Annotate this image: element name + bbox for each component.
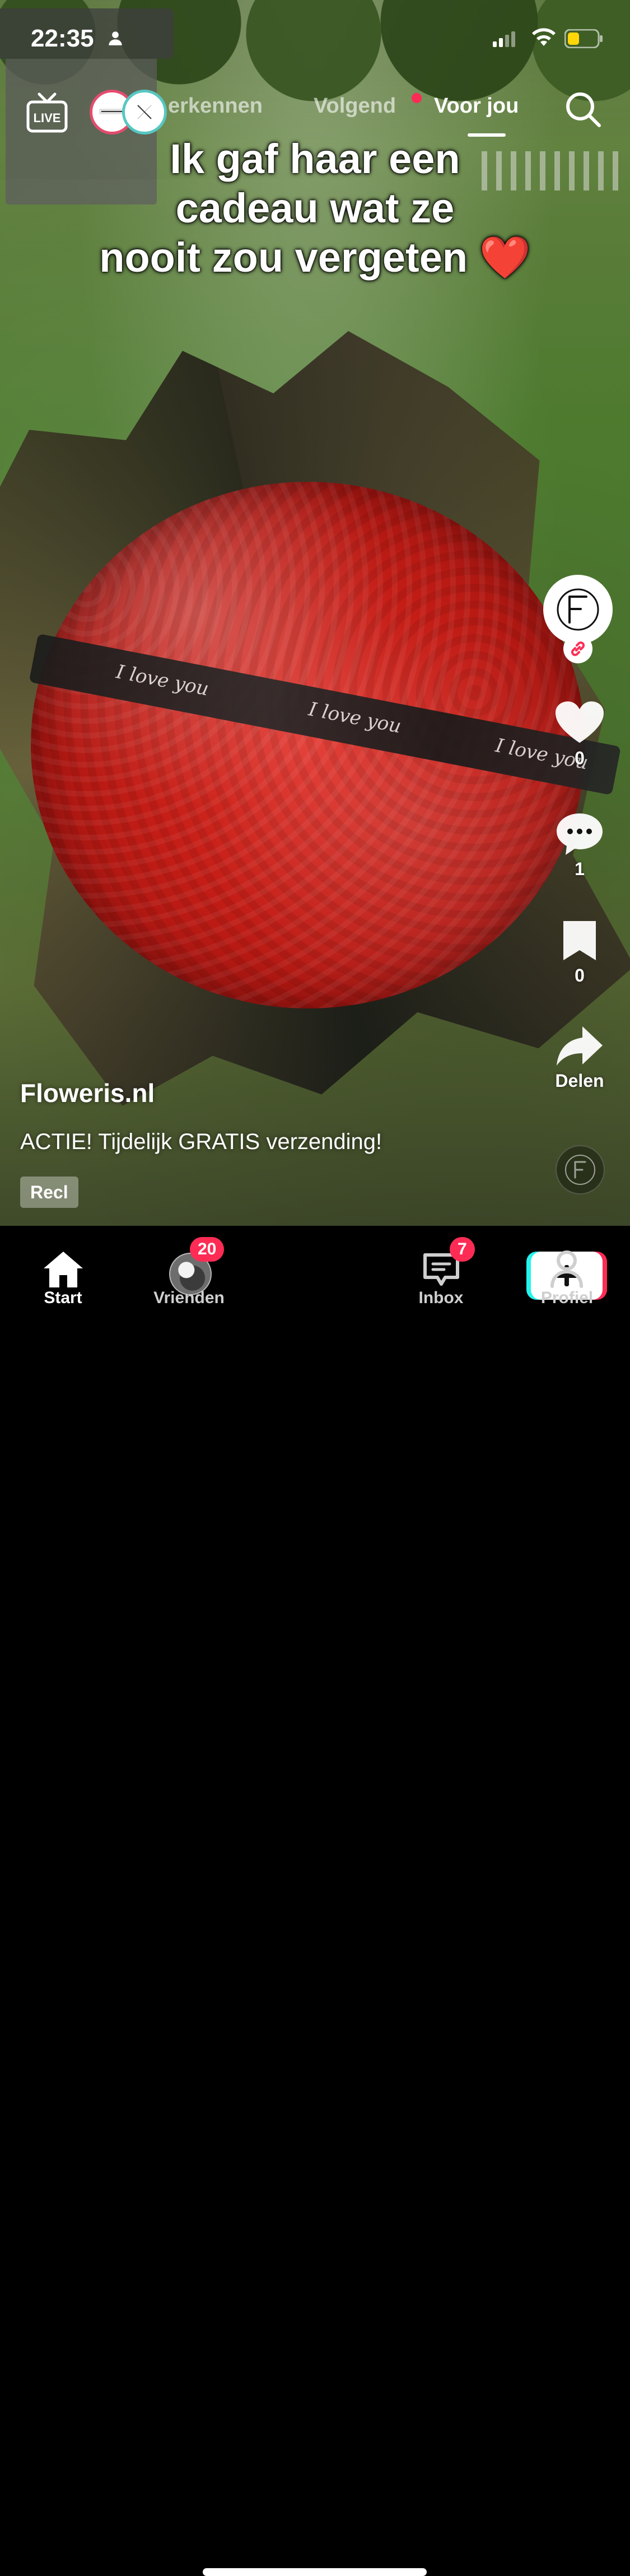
feed-tabs: erkennen Volgend Voor jou <box>168 93 560 137</box>
tab-vrienden-label: Vrienden <box>153 1289 225 1307</box>
comment-count: 1 <box>575 859 585 879</box>
live-button[interactable]: LIVE <box>25 90 69 134</box>
share-action[interactable]: Delen <box>532 1023 627 1091</box>
home-indicator <box>203 2568 427 2576</box>
battery-icon <box>564 29 603 48</box>
tab-inbox-label: Inbox <box>418 1289 464 1307</box>
creator-logo-icon <box>565 1155 595 1185</box>
save-count: 0 <box>575 965 585 985</box>
home-icon <box>44 1252 83 1287</box>
tab-ontdekken[interactable]: erkennen <box>168 94 263 118</box>
save-action[interactable]: 0 <box>532 919 627 986</box>
ribbon-text: I love you <box>114 661 211 701</box>
live-label: LIVE <box>34 111 61 125</box>
tab-create[interactable] <box>252 1237 603 1321</box>
tab-inbox[interactable]: 7 Inbox <box>378 1237 504 1321</box>
tab-profiel-label: Profiel <box>540 1289 594 1307</box>
like-count: 0 <box>575 748 585 768</box>
friends-badge: 20 <box>190 1237 225 1262</box>
bottom-tab-bar: Start 20 Vrienden 7 Inbox Profiel <box>0 1226 630 2576</box>
new-content-dot <box>412 93 422 103</box>
heart-icon[interactable] <box>554 700 605 745</box>
status-bar: 22:35 <box>0 0 630 73</box>
share-icon[interactable] <box>554 1023 605 1068</box>
tab-profiel[interactable]: Profiel <box>504 1237 630 1321</box>
person-icon <box>109 31 122 45</box>
link-icon <box>571 641 585 656</box>
tab-vrienden[interactable]: 20 Vrienden <box>126 1237 252 1321</box>
inbox-badge: 7 <box>450 1237 475 1262</box>
live-tv-icon: LIVE <box>26 92 68 133</box>
brand-logo-icon <box>137 105 152 119</box>
action-rail: 0 1 0 Delen <box>532 571 627 1109</box>
like-action[interactable]: 0 <box>532 700 627 769</box>
search-icon[interactable] <box>563 90 603 129</box>
live-avatar[interactable] <box>122 90 167 134</box>
wifi-icon <box>532 28 556 46</box>
cellular-signal-icon <box>493 31 515 47</box>
caption-line: nooit zou vergeten ❤️ <box>99 234 531 281</box>
ad-badge: Recl <box>20 1177 78 1208</box>
tab-start-label: Start <box>44 1289 82 1307</box>
status-time: 22:35 <box>31 25 94 52</box>
profile-icon <box>550 1250 583 1288</box>
video-caption: Ik gaf haar een cadeau wat ze nooit zou … <box>39 134 591 282</box>
bookmark-icon[interactable] <box>560 919 599 962</box>
comment-icon[interactable] <box>554 811 605 856</box>
account-name[interactable]: Floweris.nl <box>20 1078 155 1108</box>
link-button[interactable] <box>563 634 592 663</box>
tab-voor-jou[interactable]: Voor jou <box>434 94 519 118</box>
comment-action[interactable]: 1 <box>532 811 627 880</box>
tab-volgend[interactable]: Volgend <box>314 94 396 118</box>
share-label: Delen <box>555 1071 604 1091</box>
tab-start[interactable]: Start <box>0 1237 126 1321</box>
caption-line: cadeau wat ze <box>175 185 455 231</box>
live-avatars[interactable] <box>90 90 168 134</box>
creator-logo-icon <box>557 588 599 631</box>
ribbon-text: I love you <box>306 698 403 738</box>
caption-line: Ik gaf haar een <box>170 136 460 182</box>
music-disc[interactable] <box>556 1145 605 1194</box>
post-description[interactable]: ACTIE! Tijdelijk GRATIS verzending! <box>20 1129 382 1155</box>
